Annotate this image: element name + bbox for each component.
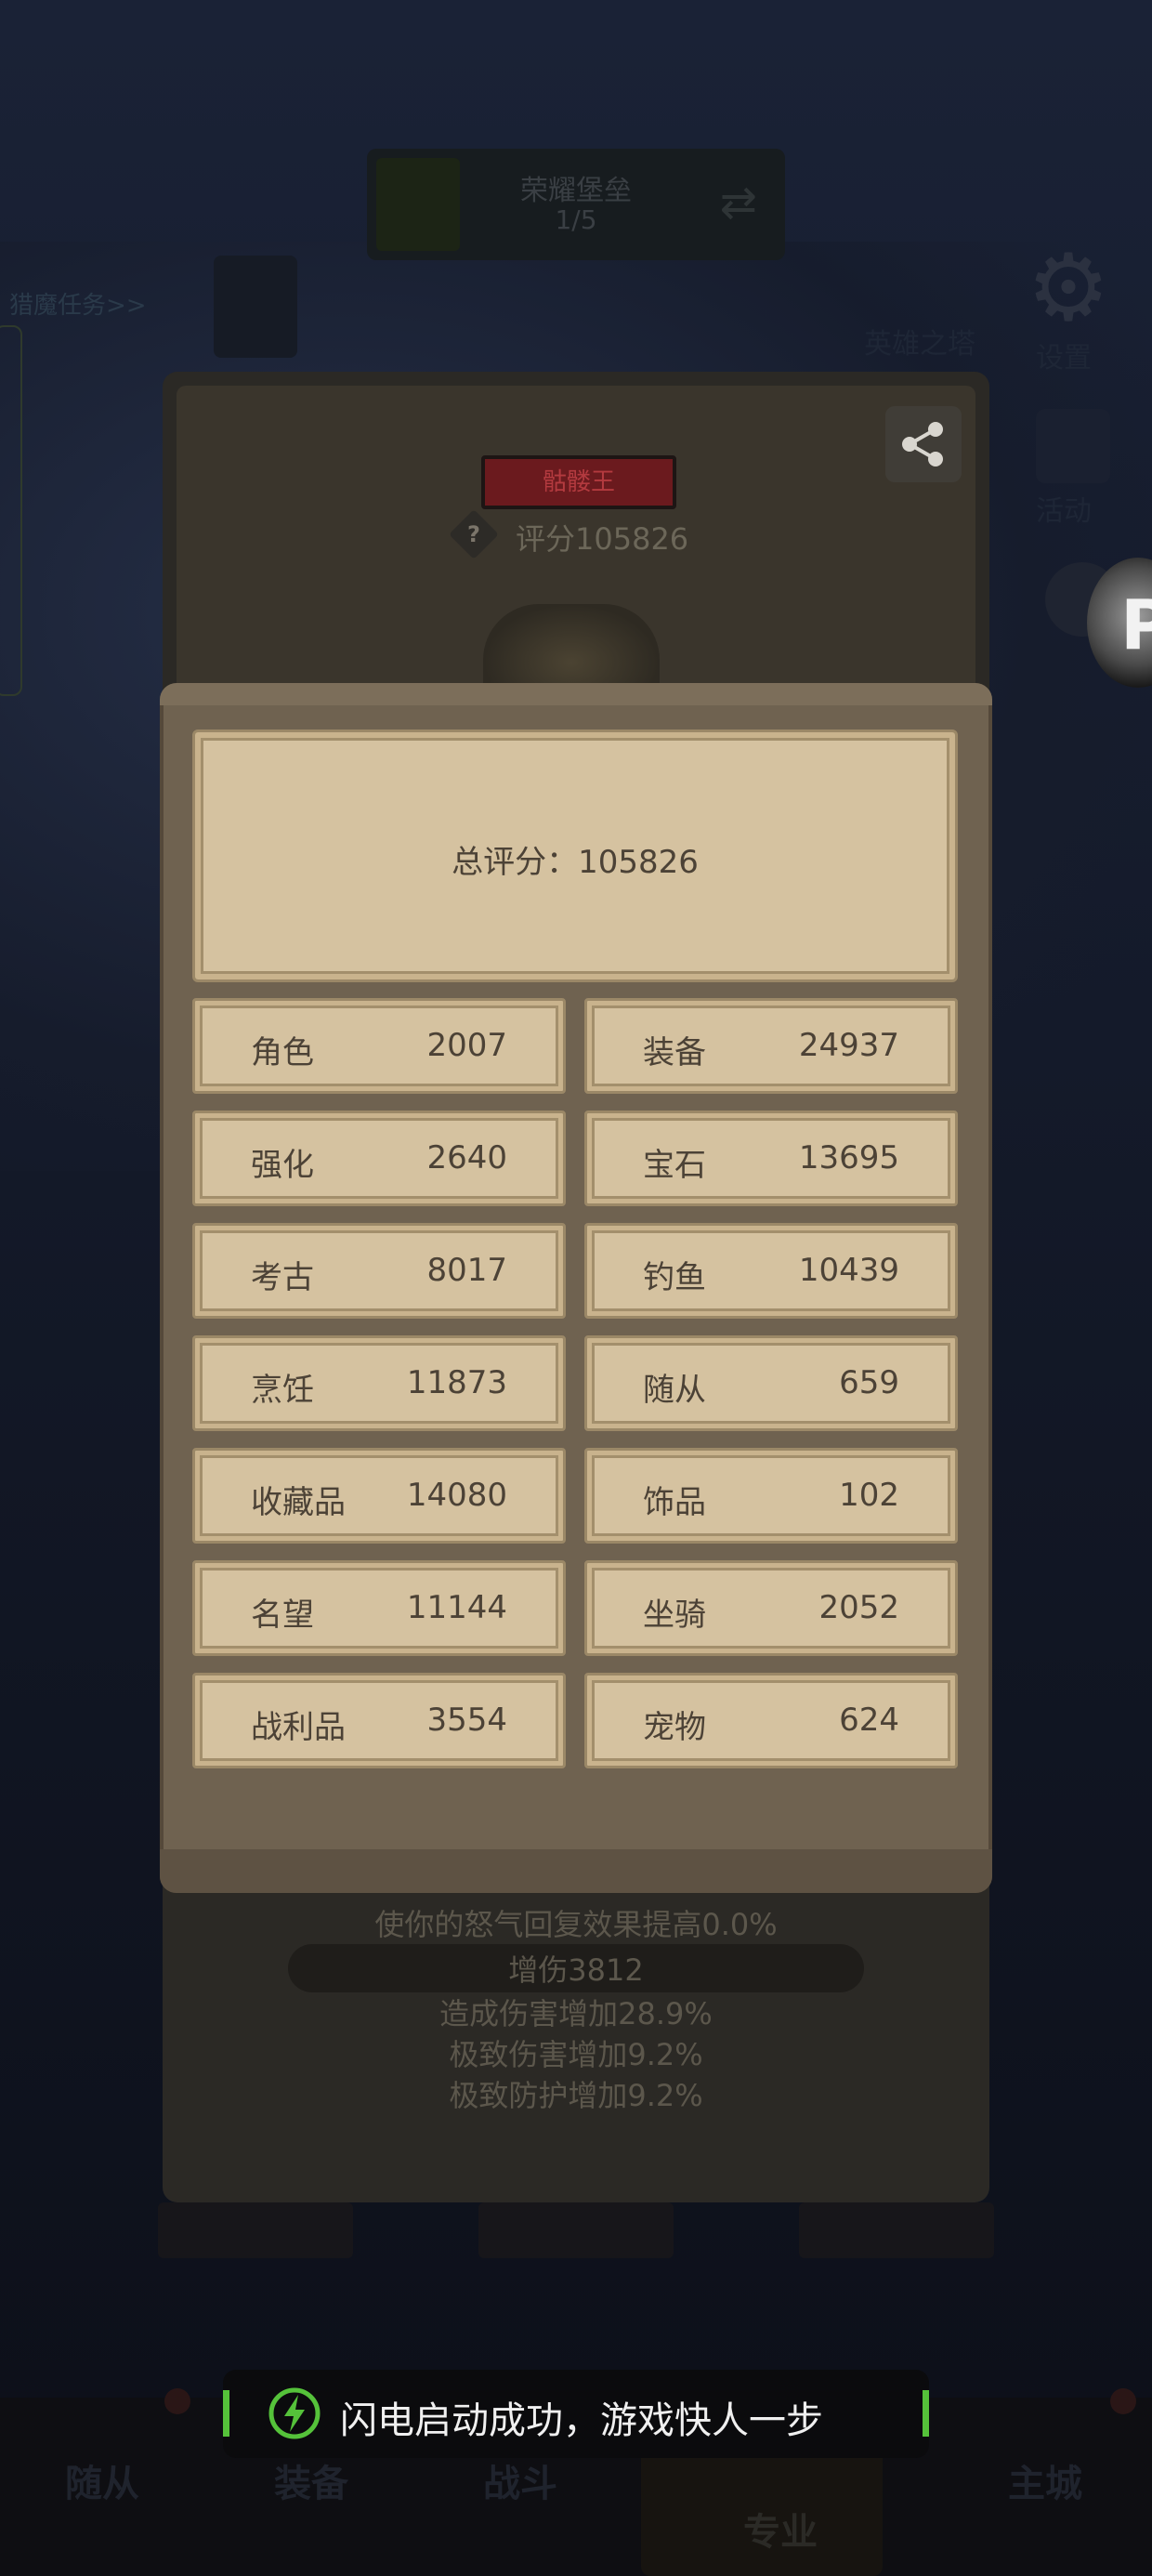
notification-dot [164,2388,190,2414]
title-badge-text: 骷髅王 [542,468,615,496]
score-item-reputation: 名望 11144 [192,1560,566,1656]
score-item-name: 角色 [251,1034,314,1071]
score-item-name: 饰品 [643,1484,706,1521]
score-item-value: 2640 [426,1139,507,1176]
score-item-followers: 随从 659 [584,1335,958,1431]
total-score-label: 总评分：105826 [452,844,699,881]
score-item-name: 装备 [643,1034,706,1071]
effect-line: 增伤3812 [508,1952,644,1988]
score-item-value: 24937 [798,1027,899,1064]
score-item-character: 角色 2007 [192,998,566,1094]
score-item-value: 11873 [406,1364,507,1401]
score-item-mount: 坐骑 2052 [584,1560,958,1656]
score-item-fishing: 钓鱼 10439 [584,1223,958,1319]
lightning-bolt-icon [268,2387,321,2439]
nav-city[interactable]: 主城 [1008,2453,1082,2507]
score-item-cooking: 烹饪 11873 [192,1335,566,1431]
score-item-trophies: 战利品 3554 [192,1673,566,1768]
score-item-value: 13695 [798,1139,899,1176]
toast-accent-right [923,2390,929,2437]
toast-accent-left [223,2390,229,2437]
nav-equipment[interactable]: 装备 [274,2453,348,2507]
share-icon [902,422,943,467]
modal-top-edge [160,683,992,705]
activity-button[interactable] [1036,409,1110,483]
nav-followers[interactable]: 随从 [65,2453,139,2507]
settings-label: 设置 [1036,342,1092,375]
stronghold-banner[interactable]: 荣耀堡垒 1/5 ⇄ [367,149,785,260]
score-item-name: 烹饪 [251,1372,314,1409]
score-item-value: 102 [839,1477,899,1514]
notification-dot [1110,2388,1136,2414]
score-item-value: 659 [839,1364,899,1401]
score-item-name: 战利品 [251,1709,346,1746]
nav-battle[interactable]: 战斗 [483,2453,557,2507]
score-item-value: 8017 [426,1252,507,1289]
quest-icon[interactable] [214,256,297,358]
score-item-name: 考古 [251,1259,314,1296]
nav-profession-label: 专业 [743,2511,818,2554]
effect-line: 造成伤害增加28.9% [439,1996,713,2031]
effect-line: 极致防护增加9.2% [449,2078,703,2113]
score-item-value: 14080 [406,1477,507,1514]
score-item-enhance: 强化 2640 [192,1111,566,1206]
score-item-name: 强化 [251,1147,314,1184]
assist-logo-icon: P [1120,585,1152,665]
score-item-archaeology: 考古 8017 [192,1223,566,1319]
share-button[interactable] [885,406,962,482]
help-icon[interactable]: ? [449,509,499,559]
profile-score: 评分105826 [516,521,689,557]
score-item-value: 10439 [798,1252,899,1289]
score-item-equipment: 装备 24937 [584,998,958,1094]
side-drawer-handle[interactable] [0,325,22,696]
activity-label: 活动 [1036,495,1092,528]
score-item-accessories: 饰品 102 [584,1448,958,1544]
score-item-value: 624 [839,1702,899,1739]
effect-line: 极致伤害增加9.2% [449,2037,703,2072]
score-item-name: 随从 [643,1372,706,1409]
profile-tab[interactable] [158,2202,353,2258]
launch-toast: 闪电启动成功，游戏快人一步 [223,2370,929,2458]
score-item-value: 2052 [818,1589,899,1626]
toast-message: 闪电启动成功，游戏快人一步 [340,2399,823,2442]
score-item-pets: 宠物 624 [584,1673,958,1768]
modal-bottom-edge [160,1849,992,1893]
score-item-value: 2007 [426,1027,507,1064]
score-item-value: 11144 [406,1589,507,1626]
score-item-value: 3554 [426,1702,507,1739]
score-item-name: 坐骑 [643,1597,706,1634]
gear-icon: ⚙ [1027,233,1110,342]
total-score-panel: 总评分：105826 [192,729,958,982]
hunt-quest-link[interactable]: 猎魔任务>> [9,286,147,321]
score-item-collectibles: 收藏品 14080 [192,1448,566,1544]
score-item-name: 钓鱼 [643,1259,706,1296]
score-item-name: 宝石 [643,1147,706,1184]
swap-arrows-icon: ⇄ [719,177,757,229]
effect-line: 使你的怒气回复效果提高0.0% [374,1907,778,1942]
score-item-name: 收藏品 [251,1484,346,1521]
profile-tab[interactable] [799,2202,994,2258]
score-item-name: 宠物 [643,1709,706,1746]
profile-tab[interactable] [478,2202,674,2258]
score-item-gem: 宝石 13695 [584,1111,958,1206]
title-badge: 骷髅王 [481,455,676,509]
score-item-name: 名望 [251,1597,314,1634]
profile-tabs [158,2202,994,2258]
hero-tower-label: 英雄之塔 [864,328,975,361]
character-avatar [483,604,660,688]
